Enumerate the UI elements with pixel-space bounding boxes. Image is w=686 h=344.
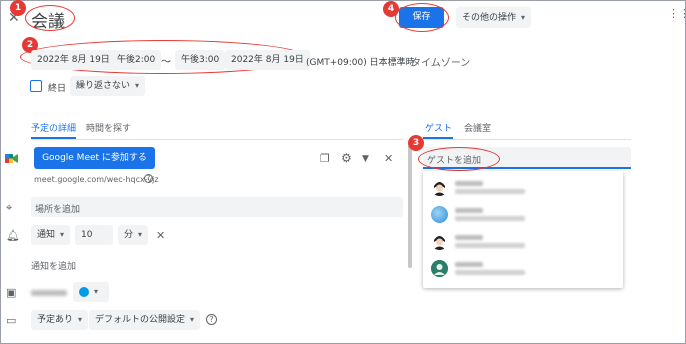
guest-email-blurred <box>455 270 525 275</box>
scrollbar-thumb[interactable] <box>408 144 412 268</box>
tab-find-time[interactable]: 時間を探す <box>86 121 131 134</box>
meet-url[interactable]: meet.google.com/wec-hqcx-vjz <box>34 175 159 184</box>
calendar-color-dropdown[interactable]: ▾ <box>73 282 109 302</box>
avatar <box>431 179 448 196</box>
location-pin-icon: ⌖ <box>6 201 13 214</box>
notification-unit-dropdown[interactable]: 分 <box>118 225 149 245</box>
add-notification-link[interactable]: 通知を追加 <box>31 259 76 272</box>
calendar-color-dot <box>79 287 89 297</box>
end-date-field[interactable]: 2022年 8月 19日 <box>225 50 310 70</box>
settings-gear-icon[interactable]: ⚙ <box>341 152 352 164</box>
list-item[interactable] <box>423 256 623 282</box>
tab-divider-right <box>423 139 631 140</box>
guest-email-blurred <box>455 216 525 221</box>
availability-dropdown[interactable]: 予定あり <box>31 310 89 330</box>
availability-label: 予定あり <box>37 315 74 325</box>
notification-value-input[interactable]: 10 <box>75 225 113 245</box>
annotation-ellipse-title <box>25 5 75 31</box>
time-separator: 〜 <box>161 57 171 68</box>
annotation-marker-3: 3 <box>408 135 424 151</box>
notification-unit-label: 分 <box>124 230 134 240</box>
help-icon[interactable]: ? <box>206 314 217 325</box>
visibility-label: デフォルトの公開設定 <box>95 315 186 325</box>
annotation-ellipse-guest <box>418 147 500 171</box>
guest-email-blurred <box>455 243 525 248</box>
list-item[interactable] <box>423 229 623 255</box>
notification-type-dropdown[interactable]: 通知 <box>31 225 71 245</box>
copy-icon[interactable]: ❐ <box>320 153 330 165</box>
avatar <box>431 260 448 277</box>
google-meet-icon <box>5 153 18 164</box>
guest-name-blurred <box>455 208 483 213</box>
apps-grid-icon[interactable]: ⋮⋮ <box>668 8 686 20</box>
annotation-marker-1: 1 <box>10 0 26 16</box>
bell-icon: 🔔︎ <box>6 229 20 242</box>
remove-meet-icon[interactable]: ✕ <box>384 153 393 165</box>
list-item[interactable] <box>423 175 623 201</box>
repeat-dropdown[interactable]: 繰り返さない <box>70 76 146 96</box>
meet-button-label: Google Meet に参加する <box>42 153 147 163</box>
timezone-label: (GMT+09:00) 日本標準時 <box>306 58 415 68</box>
chevron-down-icon: ▾ <box>94 287 99 296</box>
visibility-dropdown[interactable]: デフォルトの公開設定 <box>89 310 201 330</box>
start-time-field[interactable]: 午後2:00 <box>111 50 162 70</box>
annotation-ellipse-save <box>395 3 449 32</box>
all-day-checkbox[interactable] <box>30 80 42 92</box>
guest-suggestions-dropdown <box>423 171 623 288</box>
help-icon[interactable]: ? <box>144 174 153 183</box>
notification-type-label: 通知 <box>37 230 56 240</box>
calendar-name-blurred <box>31 290 67 296</box>
tab-divider-left <box>31 139 403 140</box>
calendar-icon: ▣ <box>6 286 17 299</box>
remove-notification-icon[interactable]: ✕ <box>156 230 165 242</box>
avatar <box>431 206 448 223</box>
guest-name-blurred <box>455 262 483 267</box>
guest-email-blurred <box>455 189 525 194</box>
guest-name-blurred <box>455 235 483 240</box>
start-date-field[interactable]: 2022年 8月 19日 <box>31 50 116 70</box>
tab-guests[interactable]: ゲスト <box>425 121 452 134</box>
more-actions-label: その他の操作 <box>462 13 517 23</box>
google-meet-join-button[interactable]: Google Meet に参加する <box>34 147 155 169</box>
timezone-link[interactable]: タイムゾーン <box>411 54 470 69</box>
tab-rooms[interactable]: 会議室 <box>464 121 491 134</box>
more-actions-dropdown[interactable]: その他の操作 <box>456 7 532 28</box>
briefcase-icon: ▭ <box>6 314 17 327</box>
repeat-label: 繰り返さない <box>76 81 131 91</box>
chevron-down-icon[interactable]: ▼ <box>362 153 369 165</box>
location-input[interactable]: 場所を追加 <box>31 197 403 217</box>
guest-name-blurred <box>455 181 483 186</box>
list-item[interactable] <box>423 202 623 228</box>
end-time-field[interactable]: 午後3:00 <box>175 50 226 70</box>
all-day-label: 終日 <box>48 84 67 94</box>
tab-event-details[interactable]: 予定の詳細 <box>31 121 76 134</box>
location-placeholder: 場所を追加 <box>35 205 81 215</box>
avatar <box>431 233 448 250</box>
